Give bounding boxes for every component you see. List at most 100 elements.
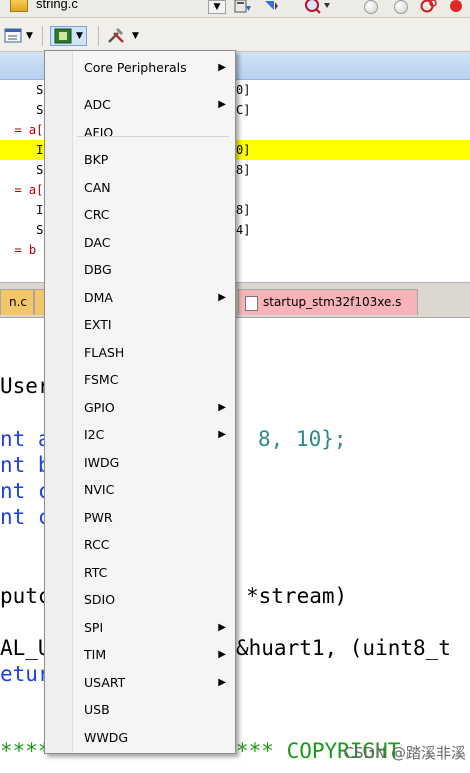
menu-item-gpio[interactable]: GPIO ▶	[46, 394, 234, 421]
peripheral-window-button[interactable]: ▼	[50, 26, 87, 46]
tab-main-c[interactable]: n.c	[0, 289, 34, 315]
file-icon	[10, 0, 28, 12]
menu-item-label: CAN	[84, 179, 111, 195]
menu-item-label: PWR	[84, 509, 113, 525]
window-list-icon	[4, 28, 22, 43]
menu-item-usb[interactable]: USB	[46, 696, 234, 723]
code-line-values: 8, 10};	[258, 427, 347, 451]
menu-item-fsmc[interactable]: FSMC	[46, 366, 234, 393]
submenu-arrow-icon: ▶	[218, 401, 226, 413]
file-name: string.c	[36, 0, 78, 11]
disasm-right: 0]	[236, 83, 251, 97]
menu-item-label: DMA	[84, 289, 113, 305]
watermark: CSDN @踏溪非溪	[343, 744, 466, 762]
tools-icon	[108, 28, 124, 43]
disasm-left: = a[	[0, 183, 44, 197]
code-line: &huart1, (uint8_t	[236, 636, 451, 660]
menu-item-label: USB	[84, 702, 110, 717]
breakpoint-clear-icon[interactable]	[448, 0, 466, 14]
menu-item-i2c[interactable]: I2C ▶	[46, 421, 234, 448]
top-toolbar: string.c ▼	[0, 0, 470, 18]
menu-item-bkp[interactable]: BKP	[46, 146, 234, 173]
menu-item-spi[interactable]: SPI ▶	[46, 614, 234, 641]
code-line: *stream)	[246, 584, 348, 608]
combo-dropdown-icon[interactable]: ▼	[208, 0, 226, 14]
breakpoint-icon[interactable]	[364, 0, 378, 14]
menu-item-exti[interactable]: EXTI	[46, 311, 234, 338]
breakpoint-disable-icon[interactable]	[394, 0, 408, 14]
menu-item-rcc[interactable]: RCC	[46, 531, 234, 558]
disasm-right: 0]	[236, 143, 251, 157]
menu-item-label: IWDG	[84, 454, 120, 470]
menu-item-usart[interactable]: USART ▶	[46, 669, 234, 696]
menu-item-label: DAC	[84, 234, 111, 250]
zoom-icon[interactable]	[304, 0, 332, 14]
disasm-right: 8]	[236, 163, 251, 177]
menu-item-dma[interactable]: DMA ▶	[46, 284, 234, 311]
chevron-down-icon: ▼	[132, 31, 139, 41]
file-combo[interactable]: string.c	[10, 0, 78, 14]
find-in-files-icon[interactable]	[234, 0, 252, 14]
menu-item-label: RTC	[84, 564, 108, 580]
menu-item-nvic[interactable]: NVIC	[46, 476, 234, 503]
code-line: putc	[0, 584, 51, 608]
tools-button[interactable]: ▼	[106, 26, 139, 46]
tab-label: n.c	[9, 295, 28, 309]
menu-item-crc[interactable]: CRC	[46, 201, 234, 228]
navigate-icon[interactable]	[262, 0, 280, 14]
submenu-arrow-icon: ▶	[218, 676, 226, 688]
menu-item-label: ADC	[84, 97, 111, 112]
menu-item-dbg[interactable]: DBG	[46, 256, 234, 283]
menu-item-label: USART	[84, 674, 126, 690]
tab-label: startup_stm32f103xe.s	[263, 295, 402, 309]
menu-item-label: SPI	[84, 619, 104, 635]
menu-item-label: I2C	[84, 427, 105, 442]
menu-item-label: FSMC	[84, 372, 119, 387]
breakpoint-kill-icon[interactable]	[420, 0, 438, 14]
chevron-down-icon: ▼	[26, 31, 33, 41]
peripherals-dropdown-menu: Core Peripherals ▶ ADC ▶ AFIO BKP CAN CRC DAC DBG…	[44, 50, 236, 754]
disasm-left: S	[0, 103, 44, 117]
menu-item-label: NVIC	[84, 482, 115, 497]
code-line: nt c	[0, 479, 51, 503]
menu-item-label: FLASH	[84, 344, 125, 360]
window-list-button[interactable]: ▼	[4, 26, 33, 46]
tab-startup[interactable]: startup_stm32f103xe.s	[238, 289, 418, 315]
menu-item-label: WWDG	[84, 729, 129, 745]
menu-item-label: Core Peripherals	[84, 60, 187, 75]
disasm-left: = b	[0, 243, 37, 257]
disasm-left: I	[0, 203, 44, 217]
menu-item-label: GPIO	[84, 399, 115, 415]
menu-item-rtc[interactable]: RTC	[46, 559, 234, 586]
menu-item-label: SDIO	[84, 592, 116, 607]
menu-item-pwr[interactable]: PWR	[46, 504, 234, 531]
toolbar-separator	[98, 26, 99, 46]
menu-item-label: RCC	[84, 537, 110, 552]
code-line: etur	[0, 662, 51, 686]
code-line: nt a	[0, 427, 51, 451]
menu-item-adc[interactable]: ADC ▶	[46, 91, 234, 118]
menu-item-can[interactable]: CAN	[46, 174, 234, 201]
menu-item-label: DBG	[84, 262, 112, 277]
menu-item-afio[interactable]: AFIO	[46, 119, 234, 146]
menu-item-tim[interactable]: TIM ▶	[46, 641, 234, 668]
disasm-left: S	[0, 223, 44, 237]
menu-item-core-peripherals[interactable]: Core Peripherals ▶	[46, 54, 234, 81]
disasm-right: 4]	[236, 223, 251, 237]
menu-item-dac[interactable]: DAC	[46, 229, 234, 256]
disasm-left: I	[0, 143, 44, 157]
menu-item-label: TIM	[84, 647, 107, 662]
disasm-left: = a[	[0, 123, 44, 137]
menu-item-wwdg[interactable]: WWDG	[46, 724, 234, 751]
menu-item-label: CRC	[84, 207, 110, 222]
submenu-arrow-icon: ▶	[218, 429, 226, 440]
disasm-right: C]	[236, 103, 251, 117]
menu-item-iwdg[interactable]: IWDG	[46, 449, 234, 476]
menu-item-flash[interactable]: FLASH	[46, 339, 234, 366]
menu-item-sdio[interactable]: SDIO	[46, 586, 234, 613]
chevron-down-icon: ▼	[76, 31, 83, 41]
disasm-left: S	[0, 163, 44, 177]
menu-separator	[77, 136, 229, 137]
submenu-arrow-icon: ▶	[218, 621, 226, 633]
submenu-arrow-icon: ▶	[218, 99, 226, 110]
